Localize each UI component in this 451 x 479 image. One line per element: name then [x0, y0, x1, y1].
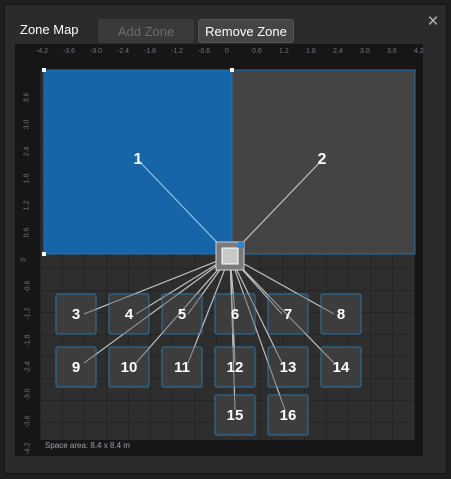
- x-axis-tick-label: -0.6: [198, 48, 211, 55]
- dialog-title: Zone Map: [20, 22, 79, 37]
- y-axis-tick-label: -1.8: [24, 334, 32, 347]
- y-axis-tick-label: 0.6: [23, 227, 31, 238]
- x-axis-tick-label: -3.6: [63, 48, 76, 55]
- y-axis-tick-label: 1.8: [23, 173, 31, 184]
- y-axis-tick-label: -0.6: [24, 280, 32, 293]
- x-axis-tick-label: 1.8: [306, 48, 316, 55]
- y-axis-tick-label: 0: [20, 257, 28, 262]
- x-axis-tick-label: 0.6: [252, 48, 262, 55]
- x-axis-tick-label: 3.6: [387, 48, 397, 55]
- y-axis-tick-label: -2.4: [24, 361, 32, 374]
- x-axis-tick-label: 4.2: [414, 48, 424, 55]
- y-axis-tick-label: -1.2: [24, 307, 32, 320]
- zone-plot-area[interactable]: [40, 70, 415, 440]
- x-axis-tick-label: -3.0: [90, 48, 103, 55]
- x-axis-tick-label: 0: [225, 48, 229, 55]
- x-axis-tick-label: -1.8: [144, 48, 157, 55]
- x-axis-tick-label: -2.4: [117, 48, 130, 55]
- space-area-label: Space area: 8.4 x 8.4 m: [45, 441, 130, 450]
- x-axis-tick-label: 3.0: [360, 48, 370, 55]
- y-axis-tick-label: 1.2: [23, 200, 31, 211]
- close-icon[interactable]: ×: [423, 12, 443, 32]
- y-axis-tick-label: -4.2: [24, 442, 32, 455]
- x-axis-tick-label: -4.2: [36, 48, 49, 55]
- y-axis-tick-label: -3.6: [24, 415, 32, 428]
- add-zone-button[interactable]: Add Zone: [98, 19, 194, 43]
- y-axis-tick-label: 2.4: [23, 146, 31, 157]
- x-axis-tick-label: 2.4: [333, 48, 343, 55]
- y-axis-tick-label: 3.0: [23, 119, 31, 130]
- x-axis-tick-label: 1.2: [279, 48, 289, 55]
- x-axis-tick-label: -1.2: [171, 48, 184, 55]
- y-axis-tick-label: -3.0: [24, 388, 32, 401]
- y-axis-tick-label: 3.6: [23, 92, 31, 103]
- remove-zone-button[interactable]: Remove Zone: [198, 19, 294, 43]
